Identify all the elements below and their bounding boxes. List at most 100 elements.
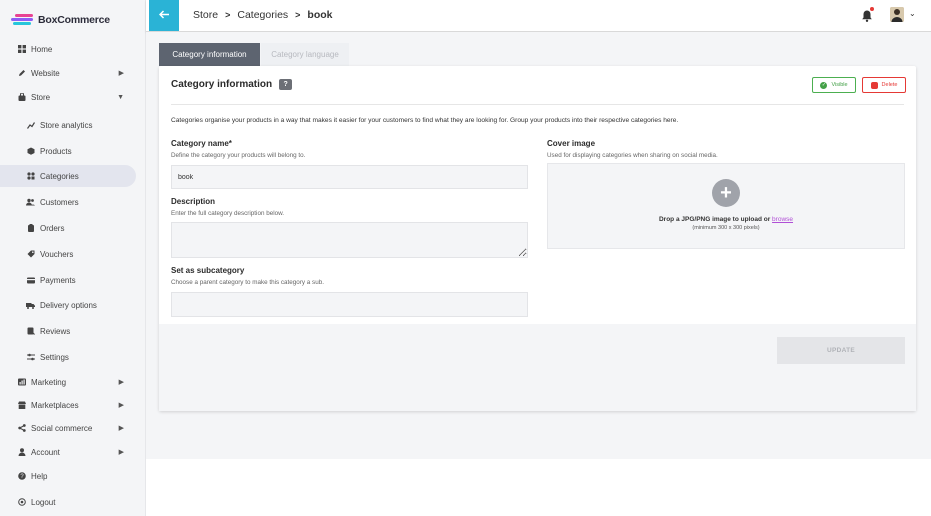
sidebar-item-home[interactable]: Home — [0, 38, 136, 60]
sidebar-item-label: Delivery options — [40, 300, 97, 310]
check-icon: ✓ — [820, 81, 828, 89]
brand-name: BoxCommerce — [38, 14, 110, 26]
sidebar-item-label: Payments — [40, 275, 76, 285]
back-button[interactable] — [149, 0, 179, 31]
card-title: Category information ? — [171, 79, 293, 90]
update-button[interactable]: UPDATE — [777, 337, 905, 364]
plus-icon[interactable]: + — [712, 179, 740, 207]
sidebar-item-label: Help — [31, 471, 48, 481]
chevron-right-icon: ▶ — [118, 449, 124, 456]
description-hint: Enter the full category description belo… — [171, 210, 285, 217]
dropzone-text: Drop a JPG/PNG image to upload or browse — [548, 216, 904, 223]
sidebar-item-reviews[interactable]: Reviews — [0, 320, 136, 342]
help-badge[interactable]: ? — [279, 79, 293, 90]
tab-category-language[interactable]: Category language — [261, 43, 349, 66]
sidebar-item-delivery-options[interactable]: Delivery options — [0, 294, 136, 316]
chevron-right-icon: ▶ — [118, 425, 124, 432]
users-icon — [26, 198, 35, 207]
share-icon — [17, 424, 26, 433]
sidebar-item-label: Settings — [40, 352, 69, 362]
form-footer: UPDATE — [159, 324, 916, 411]
visible-label: Visible — [831, 82, 848, 88]
sidebar-item-label: Website — [31, 68, 60, 78]
chevron-right-icon: ▶ — [118, 379, 124, 386]
chart-icon — [26, 121, 35, 130]
intro-text: Categories organise your products in a w… — [171, 117, 679, 124]
dropzone-requirement: (minimum 300 x 300 pixels) — [692, 225, 760, 231]
top-bar: Store > Categories > book ⌄ — [146, 0, 931, 32]
sidebar-item-settings[interactable]: Settings — [0, 346, 136, 368]
brand-logo[interactable]: BoxCommerce — [9, 10, 110, 30]
category-name-input[interactable] — [171, 165, 528, 189]
description-label: Description — [171, 197, 216, 206]
sidebar-item-website[interactable]: Website ▶ — [0, 62, 136, 84]
shop-icon — [17, 401, 26, 410]
sidebar-item-marketplaces[interactable]: Marketplaces ▶ — [0, 394, 136, 416]
category-form-card: Category information ? ✓ Visible Delete … — [159, 66, 916, 411]
delete-button[interactable]: Delete — [862, 77, 906, 93]
megaphone-icon — [17, 378, 26, 387]
sidebar-item-store[interactable]: Store ▼ — [0, 86, 136, 108]
category-name-label: Category name* — [171, 139, 232, 148]
subcategory-select[interactable] — [171, 292, 528, 317]
tab-category-information[interactable]: Category information — [159, 43, 260, 66]
chevron-right-icon: > — [225, 10, 231, 20]
visible-toggle-button[interactable]: ✓ Visible — [812, 77, 856, 93]
chevron-down-icon: ▼ — [117, 93, 124, 101]
subcategory-hint: Choose a parent category to make this ca… — [171, 279, 324, 286]
sidebar-item-social-commerce[interactable]: Social commerce ▶ — [0, 417, 136, 439]
main-content: Category information Category language C… — [146, 32, 931, 459]
sidebar-item-label: Orders — [40, 223, 65, 233]
sidebar-item-label: Social commerce — [31, 423, 93, 433]
sidebar-item-label: Customers — [40, 197, 79, 207]
breadcrumb-categories[interactable]: Categories — [237, 9, 288, 21]
chevron-right-icon: ▶ — [118, 402, 124, 409]
review-icon — [26, 327, 35, 336]
sidebar-item-account[interactable]: Account ▶ — [0, 441, 136, 463]
sidebar-item-help[interactable]: ? Help — [0, 465, 136, 487]
sidebar-item-label: Store analytics — [40, 120, 93, 130]
breadcrumb-store[interactable]: Store — [193, 9, 218, 21]
card-title-text: Category information — [171, 79, 273, 90]
sidebar-item-categories[interactable]: Categories — [0, 165, 136, 187]
trash-icon — [870, 81, 878, 89]
sidebar-item-orders[interactable]: Orders — [0, 217, 136, 239]
categories-icon — [26, 172, 35, 181]
avatar[interactable] — [890, 7, 904, 22]
card-icon — [26, 276, 35, 285]
sidebar-item-products[interactable]: Products — [0, 140, 136, 162]
subcategory-label: Set as subcategory — [171, 266, 245, 275]
sidebar-item-store-analytics[interactable]: Store analytics — [0, 114, 136, 136]
sidebar-item-customers[interactable]: Customers — [0, 191, 136, 213]
breadcrumb-current: book — [307, 9, 333, 21]
browse-link[interactable]: browse — [772, 216, 793, 223]
user-icon — [17, 448, 26, 457]
bag-icon — [17, 93, 26, 102]
sidebar-item-payments[interactable]: Payments — [0, 269, 136, 291]
logout-icon — [17, 498, 26, 507]
sidebar-item-label: Store — [31, 92, 51, 102]
description-textarea[interactable] — [171, 222, 528, 258]
sidebar-item-label: Categories — [40, 171, 79, 181]
chevron-down-icon[interactable]: ⌄ — [909, 9, 916, 18]
truck-icon — [26, 301, 35, 310]
sidebar-item-label: Vouchers — [40, 249, 74, 259]
cube-icon — [26, 147, 35, 156]
clipboard-icon — [26, 224, 35, 233]
image-dropzone[interactable]: + Drop a JPG/PNG image to upload or brow… — [547, 163, 905, 249]
sidebar-item-label: Logout — [31, 497, 56, 507]
sidebar-item-label: Marketing — [31, 377, 67, 387]
breadcrumb: Store > Categories > book — [193, 9, 333, 21]
grid-icon — [17, 45, 26, 54]
notification-dot — [870, 7, 874, 11]
sliders-icon — [26, 353, 35, 362]
dropzone-instruction: Drop a JPG/PNG image to upload or — [658, 216, 771, 223]
sidebar-item-marketing[interactable]: Marketing ▶ — [0, 371, 136, 393]
sidebar: BoxCommerce Home Website ▶ Store ▼ Store… — [0, 0, 146, 516]
sidebar-item-label: Products — [40, 146, 72, 156]
sidebar-item-logout[interactable]: Logout — [0, 491, 136, 513]
sidebar-item-vouchers[interactable]: Vouchers — [0, 243, 136, 265]
arrow-left-icon — [158, 9, 170, 22]
sidebar-item-label: Marketplaces — [31, 400, 79, 410]
sidebar-item-label: Account — [31, 447, 60, 457]
